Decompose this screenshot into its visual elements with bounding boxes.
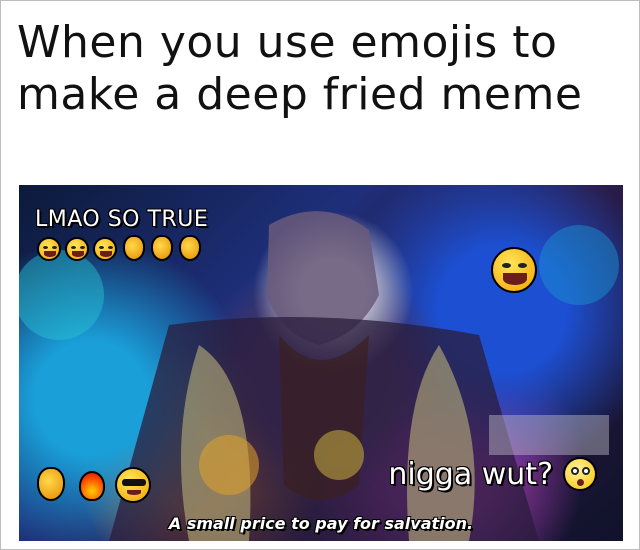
caption-line-1: When you use emojis to (17, 17, 558, 68)
top-overlay-text: LMAO SO TRUE (35, 207, 209, 232)
meme-card: When you use emojis to make a deep fried… (0, 0, 640, 550)
image-subtitle: A small price to pay for salvation. (168, 514, 474, 533)
meme-caption: When you use emojis to make a deep fried… (17, 17, 617, 121)
laughing-crying-face-icon (37, 237, 61, 261)
side-overlay-text: nigga wut? (388, 457, 553, 492)
fire-icon (79, 471, 105, 501)
laughing-crying-face-icon (491, 247, 537, 293)
deep-fried-image: LMAO SO TRUE nigga wut? A small price to… (19, 185, 623, 541)
laughing-crying-face-icon (65, 237, 89, 261)
ok-hand-icon (37, 467, 65, 501)
sunglasses-face-icon (115, 467, 151, 503)
shocked-face-icon (563, 457, 597, 491)
ok-hand-icon (123, 235, 145, 261)
ok-hand-icon (151, 235, 173, 261)
laughing-crying-face-icon (93, 237, 117, 261)
ok-hand-icon (179, 235, 201, 261)
caption-line-2: make a deep fried meme (17, 69, 583, 120)
